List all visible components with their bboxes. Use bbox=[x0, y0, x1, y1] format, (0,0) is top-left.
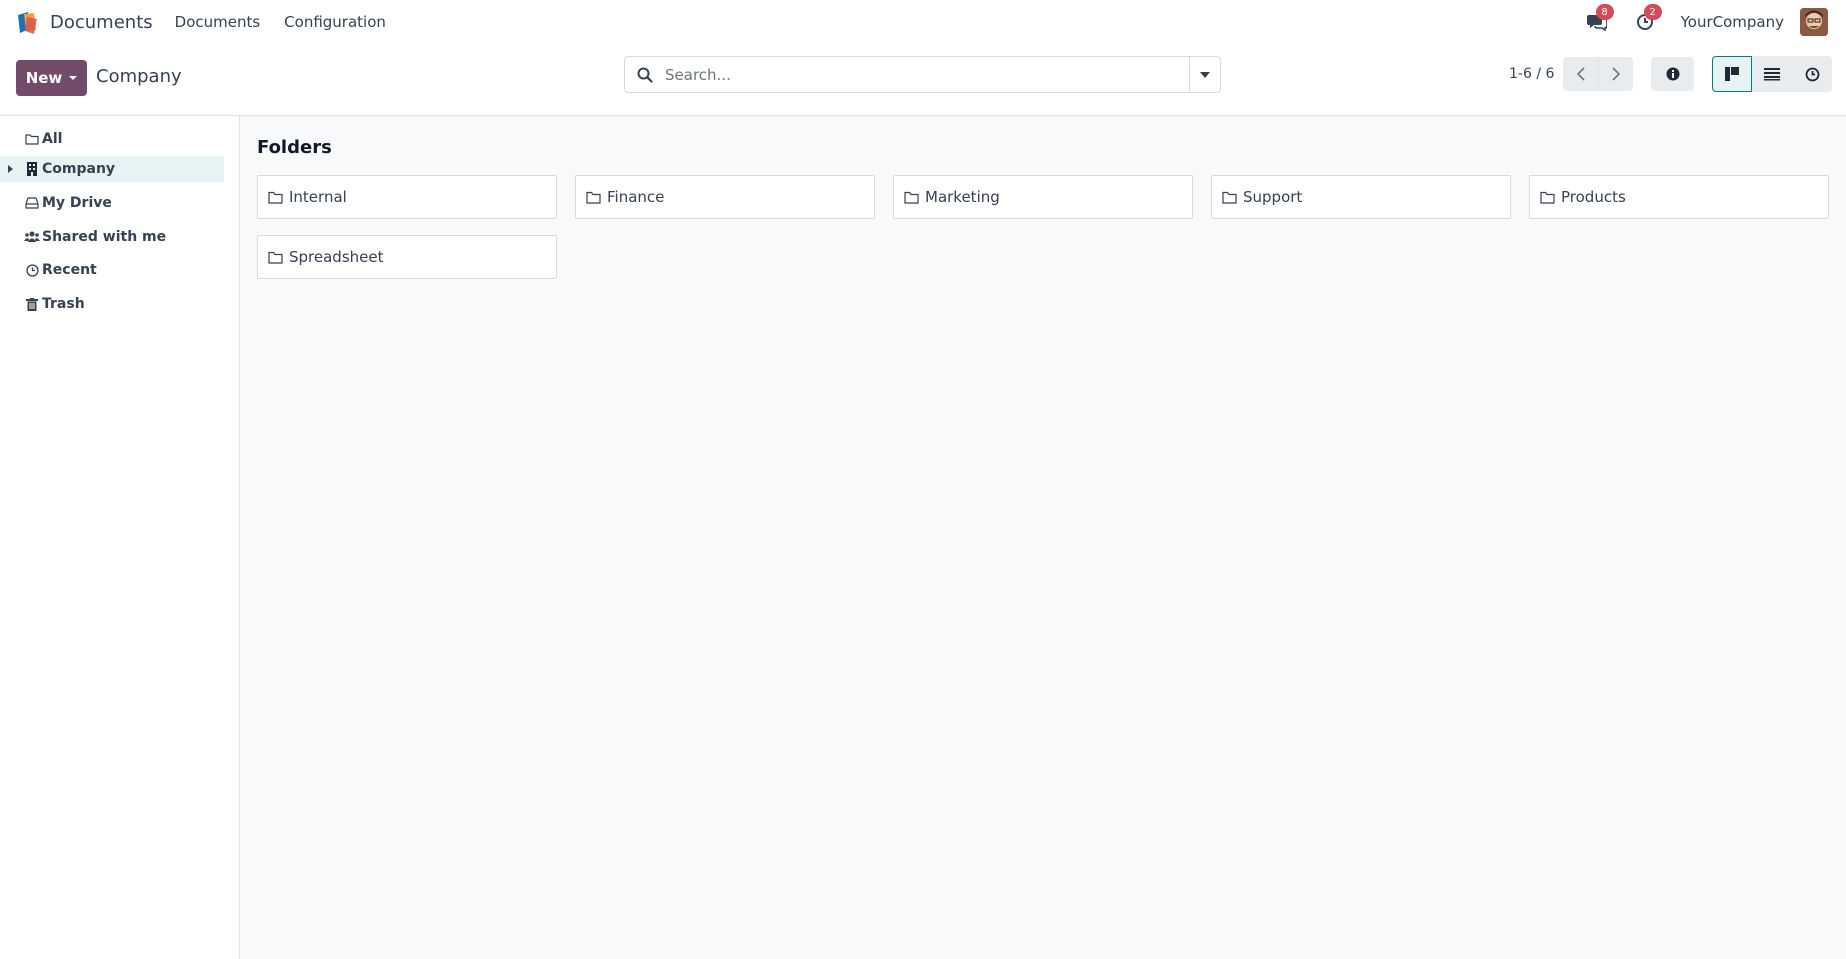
folder-name: Marketing bbox=[925, 188, 1000, 206]
details-panel-button[interactable] bbox=[1651, 57, 1694, 91]
info-circle-icon bbox=[1666, 67, 1679, 81]
menu-documents[interactable]: Documents bbox=[175, 13, 261, 31]
sidebar-item-my-drive[interactable]: My Drive bbox=[0, 190, 224, 216]
folder-card-products[interactable]: Products bbox=[1529, 175, 1829, 219]
folder-outline-icon bbox=[24, 131, 40, 147]
sidebar-item-shared-with-me[interactable]: Shared with me bbox=[0, 224, 224, 250]
activities-button[interactable]: 2 bbox=[1633, 4, 1662, 34]
folder-name: Spreadsheet bbox=[289, 248, 384, 266]
app-title: Documents bbox=[50, 11, 153, 33]
documents-app-logo-icon bbox=[14, 9, 40, 35]
clock-icon bbox=[1805, 67, 1819, 81]
users-icon bbox=[24, 229, 40, 245]
main-content: Folders Internal Finance Marketing Suppo… bbox=[240, 116, 1846, 959]
pager-value[interactable]: 1-6 / 6 bbox=[1509, 66, 1554, 82]
folder-name: Internal bbox=[289, 188, 347, 206]
folder-outline-icon bbox=[904, 191, 919, 204]
folder-outline-icon bbox=[1222, 191, 1237, 204]
app-brand[interactable]: Documents bbox=[14, 9, 175, 35]
control-panel: New Company 1-6 / 6 bbox=[0, 44, 1846, 116]
folder-outline-icon bbox=[586, 191, 601, 204]
kanban-icon bbox=[1725, 67, 1739, 81]
folder-card-internal[interactable]: Internal bbox=[257, 175, 557, 219]
sidebar-item-label: Trash bbox=[42, 296, 85, 312]
folder-card-marketing[interactable]: Marketing bbox=[893, 175, 1193, 219]
search-input[interactable] bbox=[665, 57, 1189, 92]
kanban-view-button[interactable] bbox=[1712, 56, 1752, 92]
messages-button[interactable]: 8 bbox=[1585, 4, 1614, 34]
view-switcher bbox=[1712, 56, 1832, 92]
building-icon bbox=[24, 161, 40, 177]
breadcrumb-current: Company bbox=[96, 66, 182, 87]
caret-down-icon bbox=[69, 76, 78, 80]
sidebar-item-all[interactable]: All bbox=[0, 126, 224, 152]
menu-configuration[interactable]: Configuration bbox=[284, 13, 386, 31]
new-button[interactable]: New bbox=[16, 60, 87, 96]
folders-sidebar: All Company My Drive Shared with me Rece… bbox=[0, 116, 240, 959]
folder-outline-icon bbox=[1540, 191, 1555, 204]
top-navbar: Documents Documents Configuration 8 2 Yo… bbox=[0, 0, 1846, 44]
sidebar-item-label: Shared with me bbox=[42, 229, 167, 245]
sidebar-item-recent[interactable]: Recent bbox=[0, 257, 224, 283]
chevron-left-icon bbox=[1576, 67, 1585, 81]
folder-outline-icon bbox=[268, 251, 283, 264]
activities-count-badge: 2 bbox=[1643, 4, 1662, 20]
drive-icon bbox=[24, 195, 40, 211]
folder-card-support[interactable]: Support bbox=[1211, 175, 1511, 219]
pager-next-button[interactable] bbox=[1598, 57, 1633, 91]
messages-count-badge: 8 bbox=[1595, 4, 1614, 20]
sidebar-item-company[interactable]: Company bbox=[0, 156, 224, 182]
sidebar-item-label: My Drive bbox=[42, 195, 112, 211]
trash-icon bbox=[24, 296, 40, 312]
chevron-right-icon bbox=[1612, 67, 1621, 81]
sidebar-item-trash[interactable]: Trash bbox=[0, 291, 224, 317]
folder-name: Products bbox=[1561, 188, 1626, 206]
user-avatar[interactable] bbox=[1800, 8, 1828, 36]
pager-buttons bbox=[1563, 57, 1633, 91]
caret-right-icon[interactable] bbox=[8, 165, 13, 173]
list-icon bbox=[1764, 68, 1780, 81]
folder-card-finance[interactable]: Finance bbox=[575, 175, 875, 219]
folder-name: Support bbox=[1243, 188, 1303, 206]
pager-previous-button[interactable] bbox=[1563, 57, 1598, 91]
folder-card-spreadsheet[interactable]: Spreadsheet bbox=[257, 235, 557, 279]
list-view-button[interactable] bbox=[1752, 56, 1792, 92]
activity-view-button[interactable] bbox=[1792, 56, 1832, 92]
company-switcher[interactable]: YourCompany bbox=[1681, 13, 1784, 31]
clock-icon bbox=[24, 262, 40, 278]
folder-name: Finance bbox=[607, 188, 665, 206]
search-icon bbox=[625, 56, 665, 93]
section-title: Folders bbox=[257, 137, 332, 158]
sidebar-item-label: All bbox=[42, 131, 63, 147]
new-button-label: New bbox=[25, 69, 63, 87]
folder-outline-icon bbox=[268, 191, 283, 204]
search-options-toggle[interactable] bbox=[1189, 57, 1220, 92]
search-bar bbox=[624, 56, 1221, 93]
sidebar-item-label: Recent bbox=[42, 262, 97, 278]
sidebar-item-label: Company bbox=[42, 161, 116, 177]
caret-down-icon bbox=[1200, 71, 1210, 78]
